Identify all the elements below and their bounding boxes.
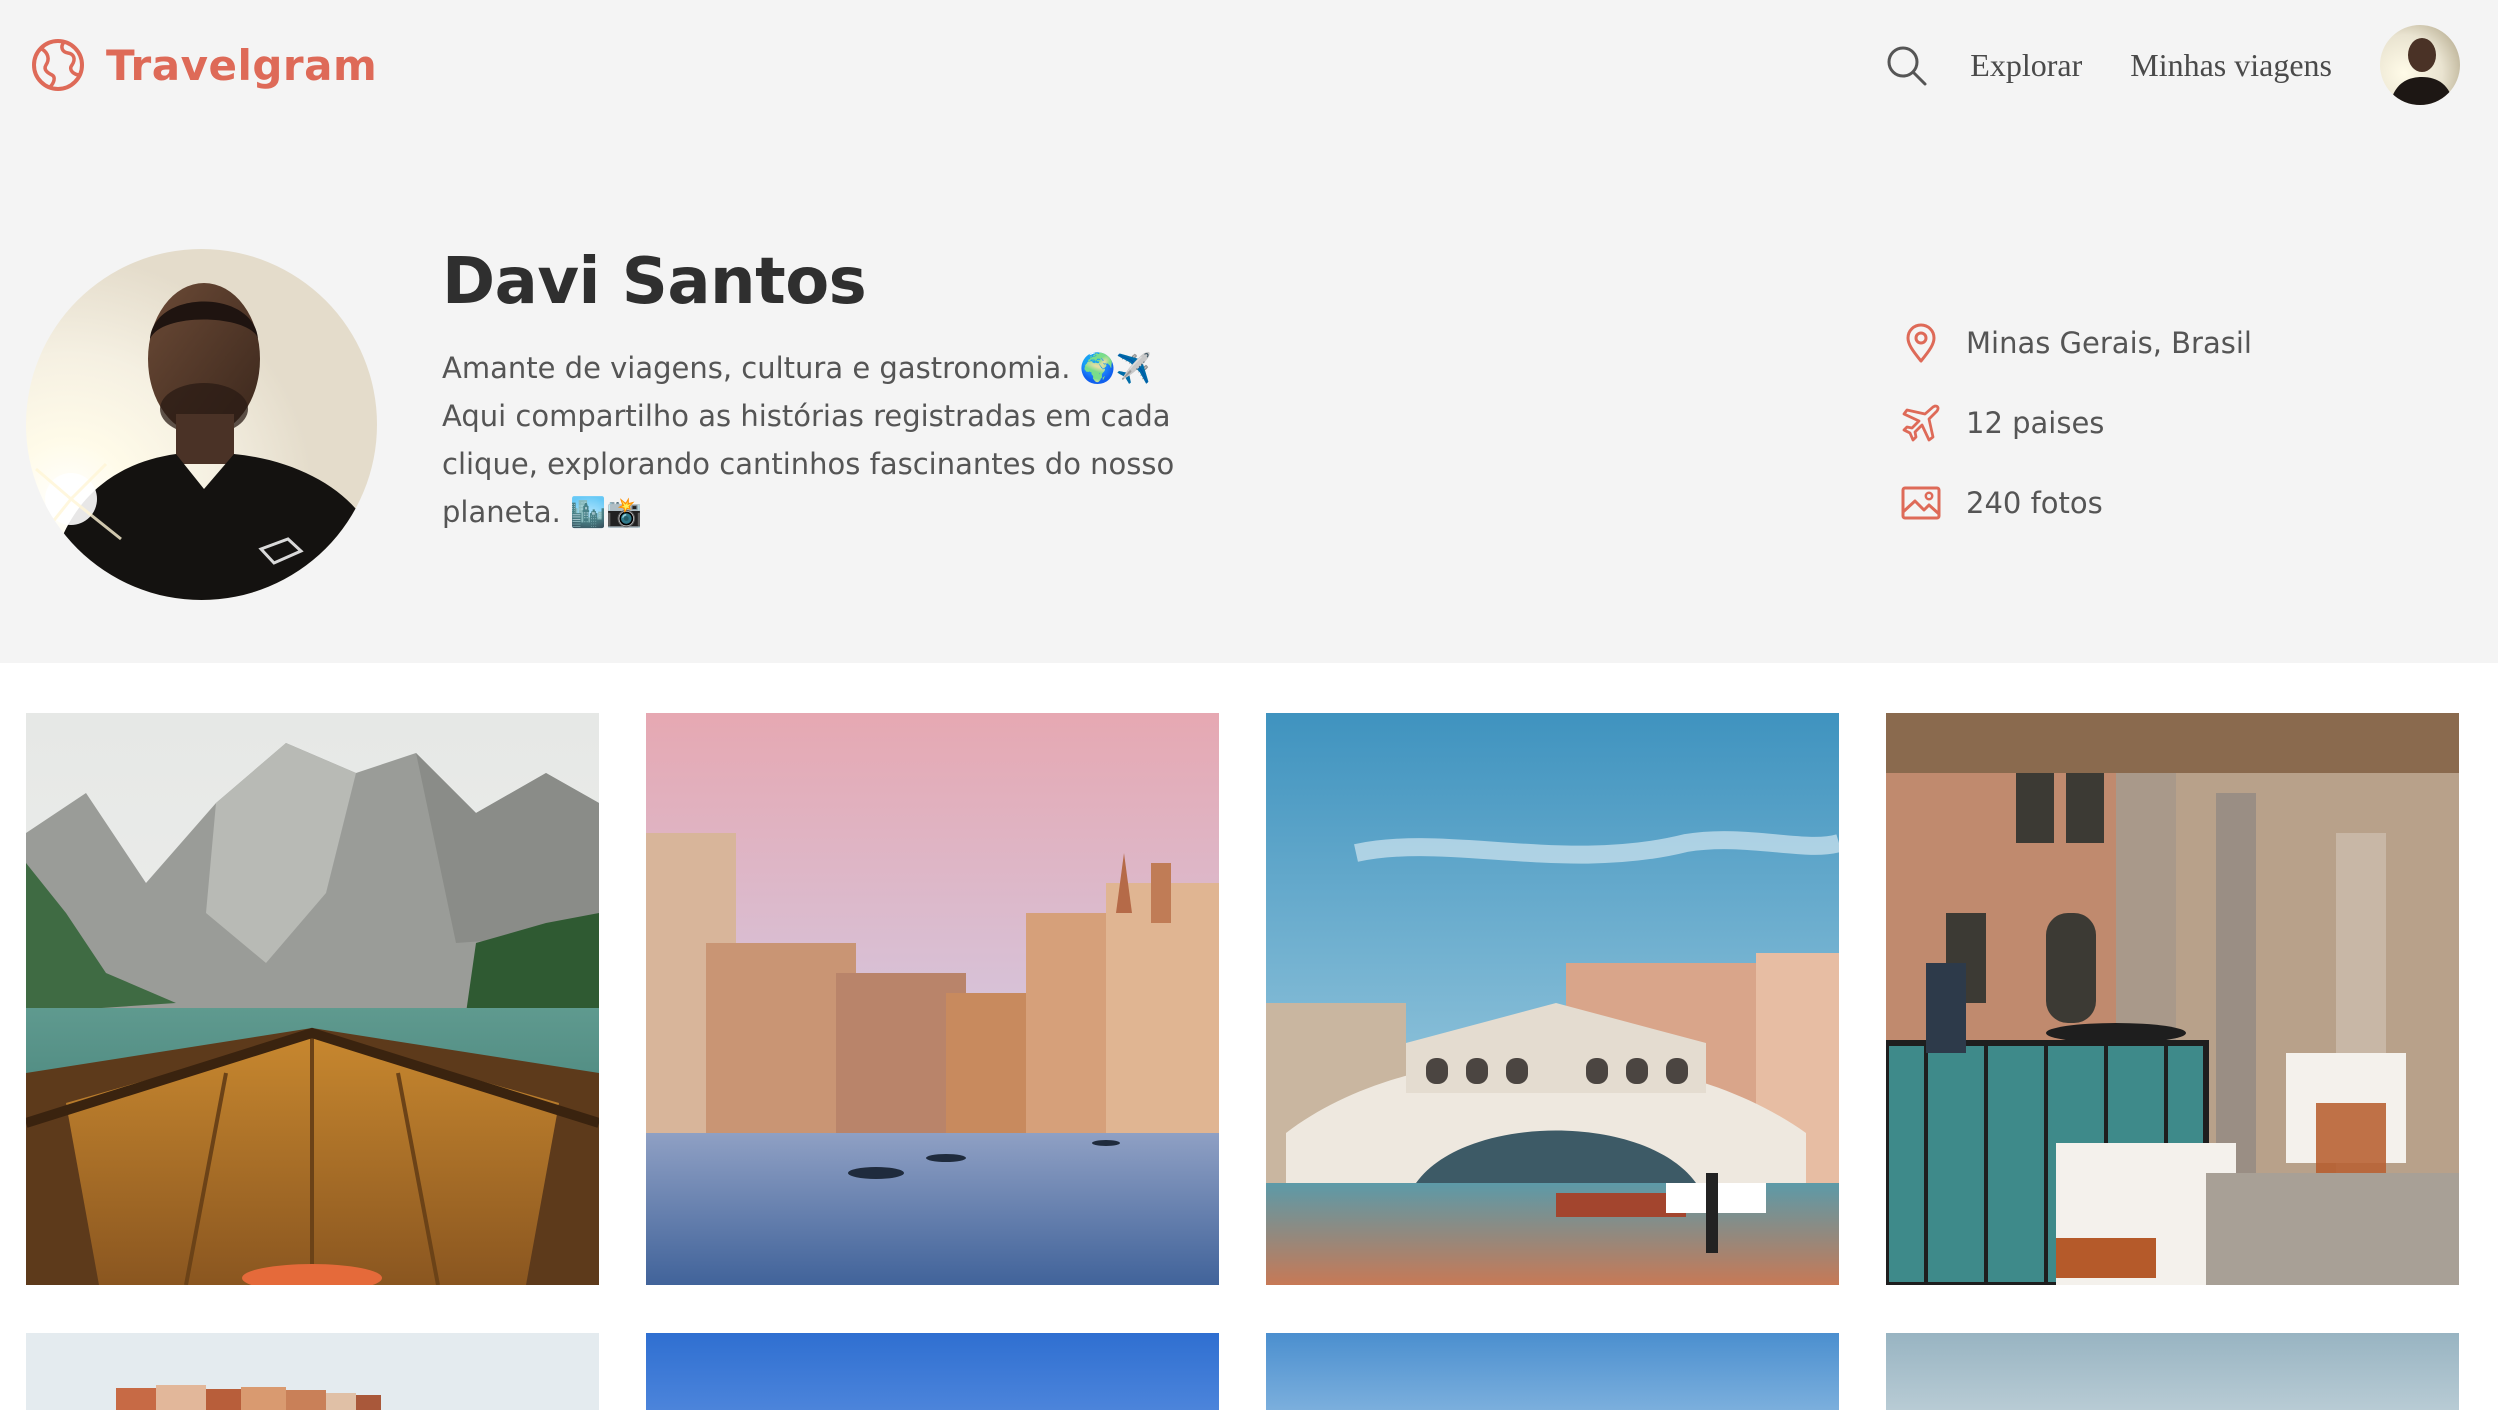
profile-name: Davi Santos bbox=[442, 245, 867, 319]
stat-location-text: Minas Gerais, Brasil bbox=[1966, 326, 2252, 360]
profile-photo bbox=[26, 249, 377, 600]
profile-stats: Minas Gerais, Brasil 12 paises 240 fotos bbox=[1900, 318, 2252, 558]
bio-line: Aqui compartilho as histórias registrada… bbox=[442, 399, 1171, 433]
gallery-photo[interactable] bbox=[26, 713, 599, 1285]
globe-icon bbox=[32, 39, 84, 91]
profile-bio: Amante de viagens, cultura e gastronomia… bbox=[442, 344, 1202, 536]
airplane-icon bbox=[1902, 404, 1940, 442]
bio-line: clique, explorando cantinhos fascinantes… bbox=[442, 447, 1175, 481]
search-icon[interactable] bbox=[1884, 43, 1928, 87]
location-pin-icon bbox=[1906, 323, 1936, 363]
gallery-photo[interactable] bbox=[1266, 1333, 1839, 1410]
gallery-photo[interactable] bbox=[646, 713, 1219, 1285]
stat-location: Minas Gerais, Brasil bbox=[1900, 318, 2252, 368]
stat-countries-text: 12 paises bbox=[1966, 406, 2105, 440]
nav-link-explorar[interactable]: Explorar bbox=[1970, 47, 2082, 84]
brand-name: Travelgram bbox=[106, 40, 378, 90]
user-avatar[interactable] bbox=[2380, 25, 2460, 105]
gallery-photo[interactable] bbox=[26, 1333, 599, 1410]
image-icon bbox=[1901, 486, 1941, 520]
gallery-photo[interactable] bbox=[1266, 713, 1839, 1285]
nav-link-minhas-viagens[interactable]: Minhas viagens bbox=[2130, 47, 2332, 84]
gallery-photo[interactable] bbox=[1886, 1333, 2459, 1410]
stat-photos-text: 240 fotos bbox=[1966, 486, 2103, 520]
bio-line: Amante de viagens, cultura e gastronomia… bbox=[442, 351, 1152, 385]
gallery-photo[interactable] bbox=[646, 1333, 1219, 1410]
bio-line: planeta. 🏙️📸 bbox=[442, 495, 643, 529]
stat-photos: 240 fotos bbox=[1900, 478, 2252, 528]
gallery-photo[interactable] bbox=[1886, 713, 2459, 1285]
top-nav: Explorar Minhas viagens bbox=[1884, 22, 2498, 108]
brand-logo[interactable]: Travelgram bbox=[30, 37, 377, 93]
stat-countries: 12 paises bbox=[1900, 398, 2252, 448]
